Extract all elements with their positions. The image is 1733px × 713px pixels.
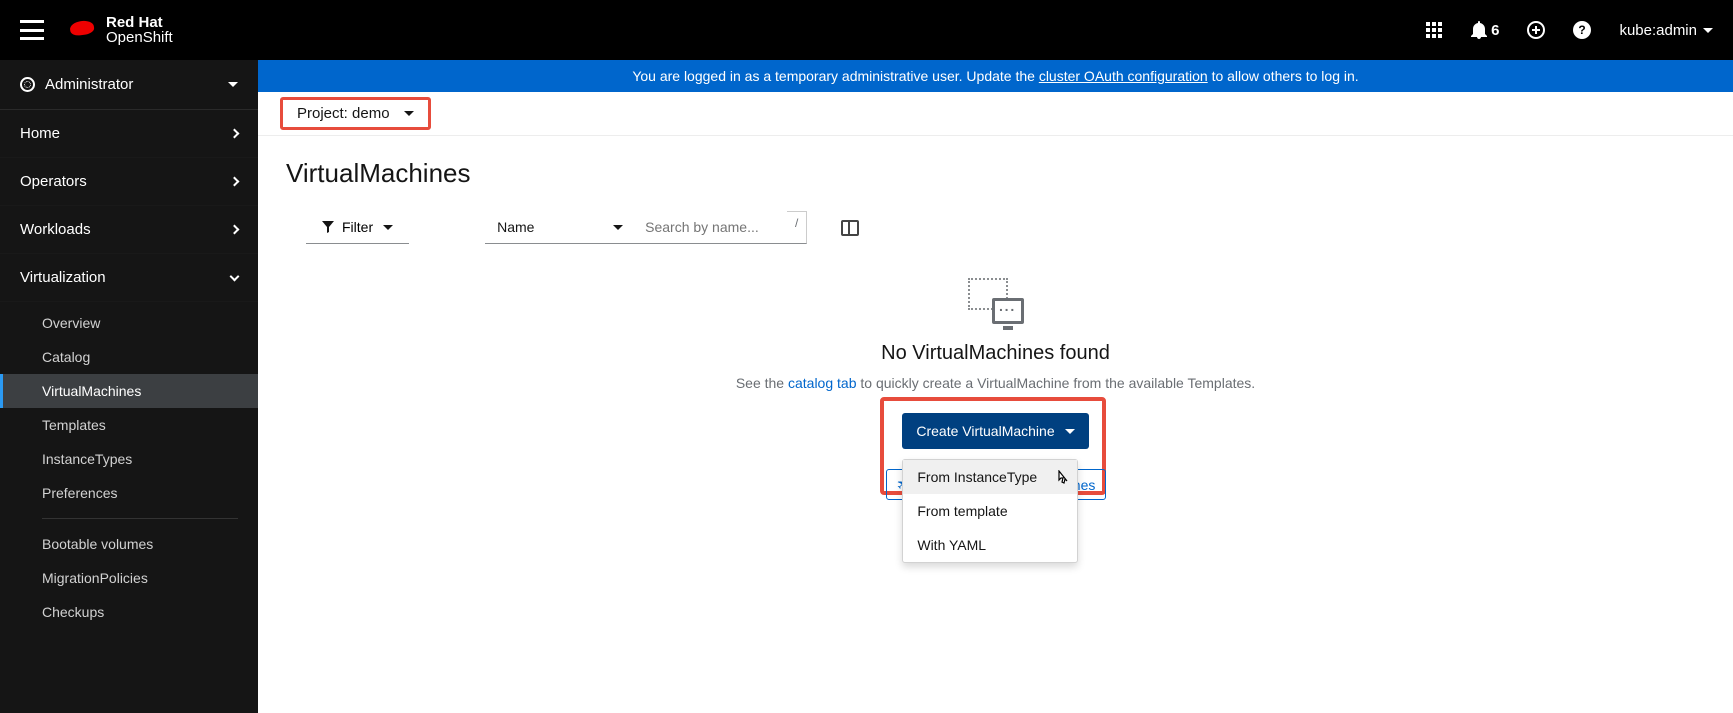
- brand-line-1: Red Hat: [106, 15, 173, 30]
- notification-count: 6: [1491, 22, 1499, 39]
- virtualization-subnav: Overview Catalog VirtualMachines Templat…: [0, 302, 258, 641]
- search-shortcut-hint: /: [787, 211, 807, 244]
- subnav-virtualmachines[interactable]: VirtualMachines: [0, 374, 258, 408]
- sidebar-item-label: Home: [20, 125, 60, 142]
- sidebar-item-workloads[interactable]: Workloads: [0, 206, 258, 254]
- main-content: You are logged in as a temporary adminis…: [258, 60, 1733, 713]
- subnav-instancetypes[interactable]: InstanceTypes: [0, 442, 258, 476]
- import-add-button[interactable]: [1527, 21, 1545, 39]
- sidebar-item-label: Virtualization: [20, 269, 106, 286]
- subnav-checkups[interactable]: Checkups: [0, 595, 258, 629]
- sidebar-item-label: Operators: [20, 173, 87, 190]
- page-title: VirtualMachines: [286, 158, 1705, 189]
- chevron-right-icon: [230, 177, 240, 187]
- sidebar-nav: Administrator Home Operators Workloads V…: [0, 60, 258, 713]
- plus-circle-icon: [1527, 21, 1545, 39]
- search-field-selector[interactable]: Name: [485, 211, 635, 244]
- filter-icon: [322, 221, 334, 233]
- app-launcher-button[interactable]: [1425, 21, 1443, 39]
- empty-state-title: No VirtualMachines found: [636, 342, 1356, 365]
- column-management-button[interactable]: [841, 220, 859, 236]
- perspective-switcher[interactable]: Administrator: [0, 60, 258, 110]
- gear-icon: [20, 77, 35, 92]
- project-selector[interactable]: Project: demo: [280, 97, 431, 130]
- username-label: kube:admin: [1619, 22, 1697, 39]
- temp-admin-banner: You are logged in as a temporary adminis…: [258, 60, 1733, 92]
- notification-button[interactable]: 6: [1471, 21, 1499, 39]
- banner-text-post: to allow others to log in.: [1208, 68, 1359, 84]
- create-vm-menu: From InstanceType From template With YAM…: [902, 459, 1078, 563]
- top-masthead: Red Hat OpenShift 6 ? kube:admin: [0, 0, 1733, 60]
- list-toolbar: Filter Name /: [286, 211, 1705, 268]
- bell-icon: [1471, 21, 1487, 39]
- create-vm-button[interactable]: Create VirtualMachine: [902, 413, 1088, 449]
- cursor-pointer-icon: [1055, 470, 1069, 486]
- help-button[interactable]: ?: [1573, 21, 1591, 39]
- nav-toggle-button[interactable]: [20, 20, 44, 40]
- user-menu-button[interactable]: kube:admin: [1619, 22, 1713, 39]
- subnav-templates[interactable]: Templates: [0, 408, 258, 442]
- redhat-fedora-icon: [68, 20, 96, 40]
- subnav-migrationpolicies[interactable]: MigrationPolicies: [0, 561, 258, 595]
- brand-logo[interactable]: Red Hat OpenShift: [68, 15, 173, 45]
- project-bar: Project: demo: [258, 92, 1733, 136]
- caret-down-icon: [1065, 429, 1075, 434]
- subnav-bootable-volumes[interactable]: Bootable volumes: [0, 527, 258, 561]
- menu-from-template[interactable]: From template: [903, 494, 1077, 528]
- sidebar-item-label: Workloads: [20, 221, 91, 238]
- chevron-right-icon: [230, 225, 240, 235]
- menu-from-instancetype[interactable]: From InstanceType: [903, 460, 1077, 494]
- project-label: Project: demo: [297, 105, 390, 122]
- perspective-label: Administrator: [45, 76, 133, 93]
- search-field-label: Name: [497, 219, 534, 235]
- caret-down-icon: [613, 225, 623, 230]
- filter-button[interactable]: Filter: [306, 211, 409, 244]
- search-input[interactable]: [635, 211, 793, 244]
- caret-down-icon: [1703, 28, 1713, 33]
- catalog-tab-link[interactable]: catalog tab: [788, 375, 857, 391]
- menu-with-yaml[interactable]: With YAML: [903, 528, 1077, 562]
- create-vm-label: Create VirtualMachine: [916, 423, 1054, 439]
- banner-text-pre: You are logged in as a temporary adminis…: [632, 68, 1039, 84]
- subnav-catalog[interactable]: Catalog: [0, 340, 258, 374]
- svg-text:?: ?: [1579, 23, 1586, 37]
- filter-label: Filter: [342, 219, 373, 235]
- question-circle-icon: ?: [1573, 21, 1591, 39]
- sidebar-item-home[interactable]: Home: [0, 110, 258, 158]
- banner-oauth-link[interactable]: cluster OAuth configuration: [1039, 68, 1208, 84]
- empty-state: No VirtualMachines found See the catalog…: [636, 278, 1356, 563]
- brand-text: Red Hat OpenShift: [106, 15, 173, 45]
- empty-state-subtext: See the catalog tab to quickly create a …: [636, 375, 1356, 391]
- chevron-right-icon: [230, 129, 240, 139]
- chevron-down-icon: [230, 271, 240, 281]
- caret-down-icon: [404, 111, 414, 116]
- subnav-overview[interactable]: Overview: [0, 306, 258, 340]
- subnav-divider: [42, 518, 238, 519]
- empty-vm-icon: [968, 278, 1024, 328]
- brand-line-2: OpenShift: [106, 30, 173, 45]
- sidebar-item-operators[interactable]: Operators: [0, 158, 258, 206]
- sidebar-item-virtualization[interactable]: Virtualization: [0, 254, 258, 302]
- caret-down-icon: [383, 225, 393, 230]
- caret-down-icon: [228, 82, 238, 87]
- subnav-preferences[interactable]: Preferences: [0, 476, 258, 510]
